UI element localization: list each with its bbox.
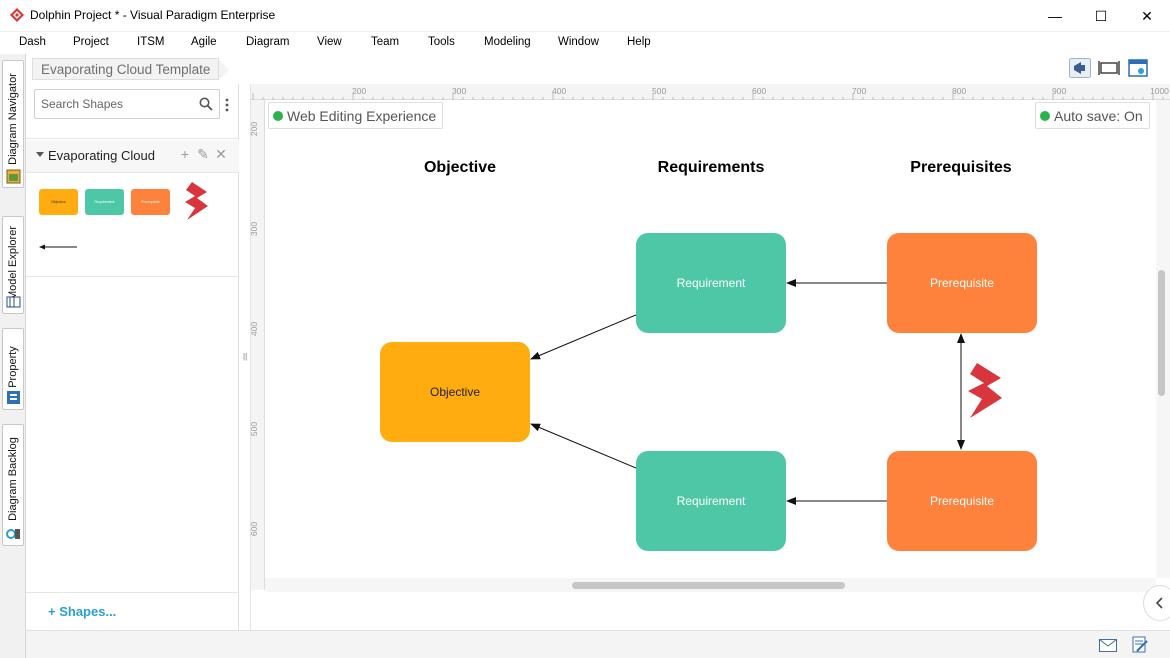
requirement-node-top[interactable]: Requirement — [636, 233, 786, 333]
diagram-navigator-icon — [6, 169, 21, 184]
horizontal-ruler: 200 300 400 500 600 700 800 900 1000 — [251, 84, 1170, 100]
shape-prerequisite[interactable]: Prerequisite — [131, 189, 170, 215]
announcement-icon[interactable] — [1069, 58, 1091, 78]
web-editing-label: Web Editing Experience — [287, 107, 437, 124]
ruler-label: 300 — [249, 221, 260, 237]
shape-group-header[interactable]: Evaporating Cloud + ✎ ✕ — [26, 140, 239, 172]
tab-diagram-backlog[interactable]: Diagram Backlog — [2, 424, 24, 546]
column-heading-objective[interactable]: Objective — [424, 159, 496, 177]
collapse-caret-icon[interactable] — [36, 152, 44, 157]
maximize-button[interactable]: ☐ — [1078, 0, 1124, 32]
requirement-node-bottom[interactable]: Requirement — [636, 451, 786, 551]
shapes-link[interactable]: + Shapes... — [48, 604, 116, 619]
side-tab-bar: Diagram Navigator Model Explorer Propert… — [0, 54, 26, 658]
fit-diagram-icon[interactable] — [1098, 58, 1120, 78]
menu-itsm[interactable]: ITSM — [137, 36, 164, 48]
vertical-ruler: 200 300 400 500 600 — [249, 100, 265, 590]
column-heading-prerequisites[interactable]: Prerequisites — [910, 159, 1011, 177]
menu-view[interactable]: View — [317, 36, 342, 48]
menu-modeling[interactable]: Modeling — [484, 36, 531, 48]
menu-help[interactable]: Help — [627, 36, 651, 48]
web-editing-badge[interactable]: Web Editing Experience — [268, 102, 444, 129]
menu-team[interactable]: Team — [371, 36, 399, 48]
tab-property[interactable]: Property — [2, 328, 24, 410]
objective-node[interactable]: Objective — [380, 342, 530, 442]
divider — [26, 276, 239, 277]
divider — [26, 138, 239, 139]
visual-paradigm-logo-icon — [10, 8, 24, 22]
tab-diagram-navigator-label: Diagram Navigator — [7, 73, 19, 165]
search-input[interactable] — [41, 96, 191, 112]
close-button[interactable]: ✕ — [1124, 0, 1170, 32]
divider — [26, 172, 239, 173]
collapse-panel-button[interactable] — [1143, 585, 1170, 621]
title-bar: Dolphin Project * - Visual Paradigm Ente… — [0, 0, 1170, 32]
shape-objective[interactable]: Objective — [39, 189, 78, 215]
menu-project[interactable]: Project — [73, 36, 109, 48]
diagram-backlog-icon — [6, 529, 20, 539]
ruler-label: 500 — [249, 421, 260, 437]
menu-tools[interactable]: Tools — [428, 36, 455, 48]
ruler-label: 200 — [249, 121, 260, 137]
status-dot-icon — [1040, 110, 1050, 121]
document-edit-icon[interactable] — [1132, 636, 1148, 654]
horizontal-scrollbar[interactable] — [572, 582, 845, 589]
window-title: Dolphin Project * - Visual Paradigm Ente… — [30, 8, 276, 22]
minimize-button[interactable]: — — [1032, 0, 1078, 32]
shape-requirement[interactable]: Requirement — [85, 189, 124, 215]
tab-diagram-navigator[interactable]: Diagram Navigator — [2, 60, 24, 188]
menu-diagram[interactable]: Diagram — [246, 36, 289, 48]
conflict-lightning-icon[interactable] — [183, 182, 209, 222]
shapes-panel: Evaporating Cloud + ✎ ✕ Objective Requir… — [26, 84, 239, 630]
vertical-scrollbar[interactable] — [1158, 270, 1165, 396]
ruler-label: 600 — [249, 521, 260, 537]
menu-agile[interactable]: Agile — [191, 36, 217, 48]
tab-model-explorer-label: Model Explorer — [7, 226, 19, 300]
diagram-settings-icon[interactable] — [1127, 58, 1149, 78]
mail-icon[interactable] — [1099, 639, 1117, 652]
arrow-connector-icon[interactable] — [39, 242, 79, 252]
more-options-icon[interactable] — [225, 98, 229, 112]
search-icon[interactable] — [199, 97, 213, 111]
ruler-label: 400 — [249, 321, 260, 337]
shapes-link-label: Shapes... — [59, 604, 117, 619]
column-heading-requirements[interactable]: Requirements — [658, 159, 765, 177]
add-shape-icon[interactable]: + — [178, 147, 192, 161]
remove-icon[interactable]: ✕ — [214, 147, 228, 161]
property-icon — [7, 391, 20, 404]
chevron-left-icon — [1155, 597, 1163, 609]
divider — [26, 592, 239, 593]
tab-property-label: Property — [7, 346, 19, 388]
menu-dash[interactable]: Dash — [19, 36, 46, 48]
auto-save-label: Auto save: On — [1054, 107, 1143, 124]
splitter-grip-icon[interactable]: || — [243, 352, 247, 361]
edit-icon[interactable]: ✎ — [196, 147, 210, 161]
menu-window[interactable]: Window — [558, 36, 599, 48]
status-bar — [26, 630, 1170, 658]
tab-model-explorer[interactable]: Model Explorer — [2, 216, 24, 314]
prerequisite-node-bottom[interactable]: Prerequisite — [887, 451, 1037, 551]
shape-group-title: Evaporating Cloud — [48, 148, 155, 163]
auto-save-badge[interactable]: Auto save: On — [1035, 102, 1150, 129]
menu-bar: Dash Project ITSM Agile Diagram View Tea… — [0, 32, 1170, 54]
tab-diagram-backlog-label: Diagram Backlog — [7, 437, 19, 521]
model-explorer-icon — [6, 296, 21, 308]
breadcrumb[interactable]: Evaporating Cloud Template — [32, 58, 230, 80]
prerequisite-node-top[interactable]: Prerequisite — [887, 233, 1037, 333]
search-box — [34, 89, 220, 119]
panel-splitter[interactable]: || — [239, 84, 251, 630]
status-dot-icon — [273, 110, 283, 121]
ruler-ticks — [252, 93, 1164, 100]
